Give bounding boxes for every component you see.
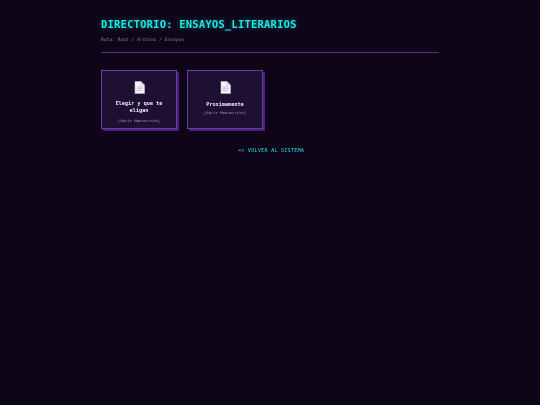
file-title: Elegir y que te eligan — [115, 101, 163, 114]
file-title: Proximamente — [206, 102, 244, 108]
document-icon — [134, 81, 145, 94]
file-card-proximamente[interactable]: Proximamente [Abrir Manuscrito] — [187, 70, 263, 129]
document-icon — [220, 81, 231, 94]
directory-panel: DIRECTORIO: ENSAYOS_LITERARIOS Ruta: Roo… — [101, 16, 439, 132]
file-card-elegir[interactable]: Elegir y que te eligan [Abrir Manuscrito… — [101, 70, 177, 129]
breadcrumb: Ruta: Root / Archivo / Ensayos — [101, 38, 184, 43]
directory-title: DIRECTORIO: ENSAYOS_LITERARIOS — [101, 19, 297, 31]
open-manuscript-label: [Abrir Manuscrito] — [117, 118, 161, 123]
open-manuscript-label: [Abrir Manuscrito] — [203, 110, 247, 115]
file-grid: Elegir y que te eligan [Abrir Manuscrito… — [101, 70, 439, 132]
back-to-system-link[interactable]: << VOLVER AL SISTEMA — [238, 148, 304, 154]
divider — [101, 52, 439, 53]
